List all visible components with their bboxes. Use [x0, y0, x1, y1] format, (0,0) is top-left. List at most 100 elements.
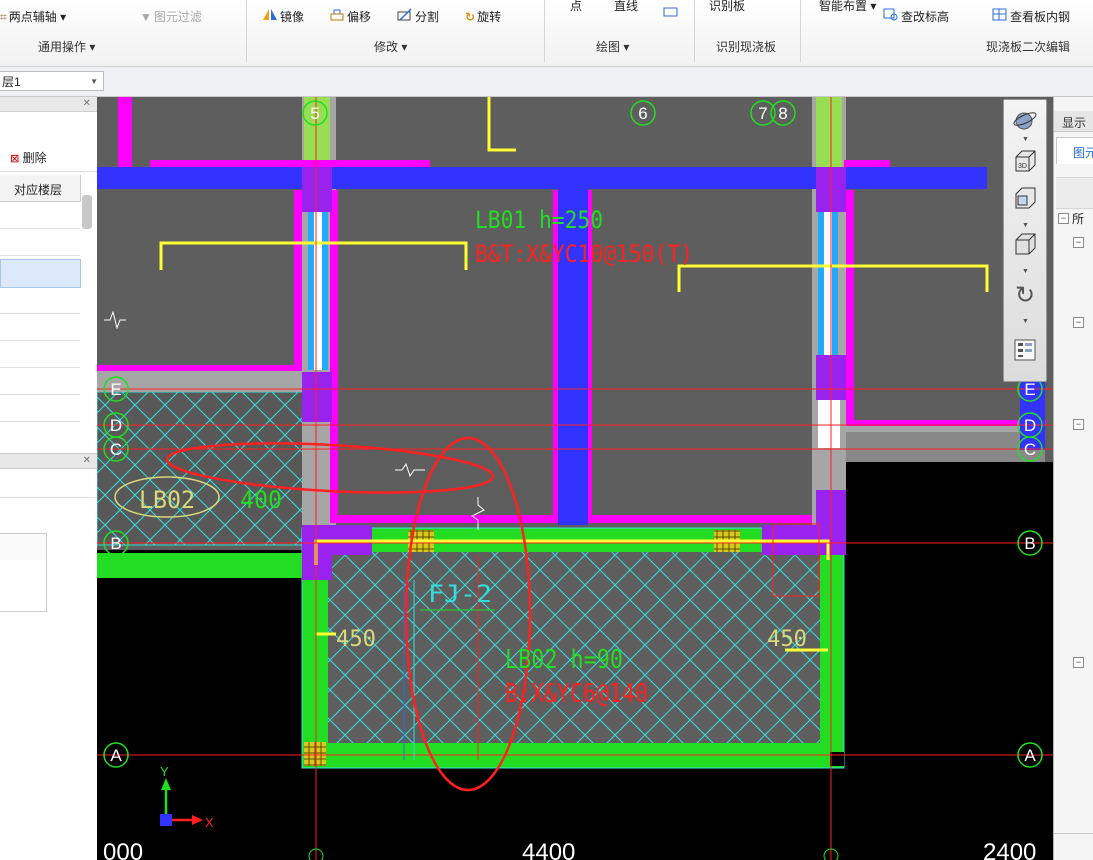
beam-horizontal — [97, 167, 987, 189]
panel-title: 显示 — [1062, 116, 1087, 130]
slab-lb01-rebar: B&T:X&YC10@150(T) — [475, 240, 693, 268]
rectangle-button[interactable] — [663, 6, 681, 21]
tree-collapse-toggle[interactable]: − — [1073, 419, 1084, 430]
tree-collapse-toggle[interactable]: − — [1073, 317, 1084, 328]
group-label-recognize-slab: 识别现浇板 — [716, 40, 777, 54]
element-filter-button[interactable]: ▼ 图元过滤 — [140, 8, 202, 25]
table-row[interactable] — [0, 395, 80, 422]
slab-left-label: LB02 — [139, 486, 195, 514]
pit-label: FJ-2 — [428, 580, 492, 608]
tree-root-label: 所 — [1072, 212, 1085, 226]
grid-label-8: 8 — [778, 104, 787, 123]
view-toolbar: 3D ↻ ▼ ▼ ▼ ▼ — [1003, 99, 1047, 382]
rectangle-icon — [663, 6, 679, 21]
filter-icon: ▼ — [140, 10, 152, 24]
point-button[interactable]: 点 — [568, 0, 582, 14]
display-settings-button[interactable] — [1010, 336, 1040, 366]
grid-label-a-right: A — [1024, 746, 1036, 765]
axis-y-label: Y — [160, 764, 169, 779]
group-label-general: 通用操作 ▾ — [38, 40, 96, 54]
slab-left-value: 400 — [240, 486, 282, 514]
grid-label-d: D — [110, 416, 122, 435]
ribbon-separator — [544, 0, 545, 62]
table-cell[interactable] — [0, 587, 47, 612]
close-icon[interactable]: ✕ — [83, 98, 91, 109]
rotate-button[interactable]: ↻ 旋转 — [465, 8, 501, 25]
close-icon[interactable]: ✕ — [83, 455, 91, 466]
ribbon-separator — [694, 0, 695, 62]
ribbon-toolbar: ⌗ 两点辅轴 ▾ ▼ 图元过滤 通用操作 ▾ 镜像 偏移 分割 ↻ 旋转 修改 ▾ 点… — [0, 0, 1093, 67]
table-row[interactable] — [0, 368, 80, 395]
table-row[interactable] — [0, 287, 80, 314]
grid-label-b-right: B — [1024, 534, 1035, 553]
delete-toolbar: ⊠ 删除 — [0, 143, 97, 172]
view-3d-icon: 3D — [1012, 148, 1038, 177]
tree-collapse-toggle[interactable]: − — [1073, 657, 1084, 668]
table-cell[interactable] — [0, 533, 47, 562]
rotate-view-button[interactable]: ↻ — [1010, 280, 1040, 310]
layer-bar: 层1 ▼ — [0, 67, 1093, 97]
svg-text:3D: 3D — [1018, 163, 1027, 170]
table-cell[interactable] — [0, 560, 47, 588]
structural-drawing[interactable]: 5 6 7 8 E D C B A E D C B A LB01 h=250 B… — [97, 97, 1053, 860]
delete-button[interactable]: ⊠ 删除 — [10, 149, 47, 166]
group-label-modify: 修改 ▾ — [374, 40, 408, 54]
drawing-canvas[interactable]: 5 6 7 8 E D C B A E D C B A LB01 h=250 B… — [97, 97, 1053, 860]
slab-lb02-rebar: B:X&YC6@140 — [505, 679, 648, 709]
grid-label-6: 6 — [638, 104, 647, 123]
table-row-selected[interactable] — [0, 259, 81, 288]
divider — [0, 497, 97, 498]
rotate-icon: ↻ — [465, 10, 476, 24]
divider — [1054, 833, 1093, 834]
recognize-slab-button[interactable]: 识别板 — [707, 0, 745, 14]
group-label-slab-secondary-edit: 现浇板二次编辑 — [986, 40, 1071, 54]
chevron-down-icon: ▼ — [90, 77, 98, 86]
tab-elements[interactable]: 图元 — [1056, 137, 1093, 164]
scrollbar-thumb[interactable] — [82, 195, 92, 229]
tree-collapse-toggle[interactable]: − — [1058, 213, 1069, 224]
view-3d-button[interactable]: 3D — [1010, 147, 1040, 177]
column-header-floor: 对应楼层 — [14, 183, 63, 197]
mirror-button[interactable]: 镜像 — [262, 8, 304, 25]
dim-right: 450 — [767, 627, 807, 652]
chevron-down-icon[interactable]: ▼ — [1022, 318, 1029, 325]
line-button[interactable]: 直线 — [614, 0, 638, 14]
grid-label-b: B — [110, 534, 121, 553]
two-point-axis-button[interactable]: ⌗ 两点辅轴 ▾ — [0, 8, 66, 25]
check-elevation-icon — [883, 8, 899, 24]
view-top-button[interactable] — [1010, 184, 1040, 214]
table-row[interactable] — [0, 229, 80, 256]
axis-icon: ⌗ — [0, 10, 7, 24]
tree-collapse-toggle[interactable]: − — [1073, 237, 1084, 248]
view-slab-rebar-button[interactable]: 查看板内钢 — [992, 8, 1070, 25]
check-elevation-button[interactable]: 查改标高 — [883, 8, 949, 25]
group-label-draw: 绘图 ▾ — [596, 40, 630, 54]
mirror-icon — [262, 8, 278, 24]
dim-label: 2400 — [983, 839, 1036, 860]
orbit-icon — [1012, 107, 1038, 136]
smart-layout-button[interactable]: 智能布置 ▾ — [817, 0, 876, 14]
table-row[interactable] — [0, 314, 80, 341]
table-row[interactable] — [0, 202, 80, 229]
orbit-button[interactable] — [1010, 106, 1040, 136]
rotate-view-icon: ↻ — [1014, 281, 1036, 309]
dim-left: 450 — [336, 627, 376, 652]
split-button[interactable]: 分割 — [397, 8, 439, 25]
layer-select[interactable]: 层1 ▼ — [0, 71, 104, 91]
grid-label-a: A — [110, 746, 122, 765]
offset-button[interactable]: 偏移 — [330, 8, 371, 25]
grid-label-d-right: D — [1024, 416, 1036, 435]
chevron-down-icon[interactable]: ▼ — [1022, 136, 1029, 143]
table-row[interactable] — [0, 341, 80, 368]
display-settings-icon — [1013, 338, 1037, 365]
chevron-down-icon[interactable]: ▼ — [1022, 222, 1029, 229]
panel-header: ✕ — [0, 453, 97, 469]
slab-lb02-name: LB02 h=90 — [505, 645, 623, 675]
ribbon-separator — [246, 0, 247, 62]
grid-label-e-right: E — [1024, 380, 1035, 399]
split-icon — [397, 8, 413, 24]
grid-label-c: C — [110, 440, 122, 459]
view-box-button[interactable] — [1010, 230, 1040, 260]
tree-header — [1056, 177, 1093, 209]
chevron-down-icon[interactable]: ▼ — [1022, 268, 1029, 275]
